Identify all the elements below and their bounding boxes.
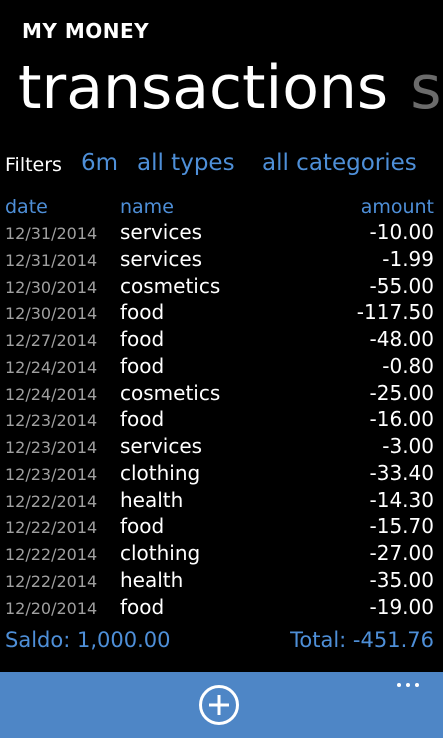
transaction-row[interactable]: 12/22/2014 health -35.00 [0, 568, 443, 595]
transaction-row[interactable]: 12/30/2014 food -117.50 [0, 300, 443, 327]
ellipsis-dot [415, 683, 419, 687]
saldo-text: Saldo: 1,000.00 [5, 628, 171, 652]
transaction-name: services [120, 220, 203, 244]
transaction-amount: -10.00 [369, 220, 434, 244]
app-bar [0, 672, 443, 738]
transaction-amount: -19.00 [369, 594, 434, 619]
transaction-date: 12/22/2014 [5, 571, 98, 591]
transaction-row[interactable]: 12/23/2014 services -3.00 [0, 434, 443, 461]
transaction-name: clothing [120, 541, 201, 565]
transaction-name: food [120, 353, 165, 378]
pivot-header-transactions[interactable]: transactions [18, 53, 388, 123]
app-title: MY MONEY [22, 19, 150, 43]
transaction-amount: -117.50 [356, 300, 434, 325]
transaction-date: 12/31/2014 [5, 224, 98, 243]
ellipsis-dot [397, 683, 401, 687]
transaction-date: 12/22/2014 [5, 491, 98, 511]
transaction-row[interactable]: 12/20/2014 food -19.00 [0, 595, 443, 622]
more-ellipsis-icon[interactable] [395, 674, 421, 692]
column-header-amount[interactable]: amount [361, 196, 434, 218]
add-circle-icon [199, 685, 239, 725]
transaction-name: services [120, 434, 203, 458]
transaction-date: 12/23/2014 [5, 464, 98, 484]
transaction-name: cosmetics [120, 273, 221, 298]
transaction-name: services [120, 246, 203, 271]
transaction-date: 12/30/2014 [5, 277, 98, 297]
filter-types[interactable]: all types [137, 150, 235, 176]
transaction-row[interactable]: 12/22/2014 food -15.70 [0, 514, 443, 541]
transaction-amount: -1.99 [382, 246, 434, 271]
add-transaction-button[interactable] [198, 684, 240, 726]
transaction-row[interactable]: 12/23/2014 clothing -33.40 [0, 461, 443, 488]
transaction-date: 12/30/2014 [5, 304, 98, 324]
transaction-amount: -48.00 [369, 327, 434, 351]
transaction-date: 12/24/2014 [5, 384, 98, 404]
pivot-header-next[interactable]: sh [410, 53, 443, 123]
transaction-amount: -14.30 [369, 487, 434, 512]
ellipsis-dot [406, 683, 410, 687]
transaction-row[interactable]: 12/22/2014 health -14.30 [0, 488, 443, 515]
column-header-date[interactable]: date [5, 196, 48, 218]
transaction-row[interactable]: 12/27/2014 food -48.00 [0, 327, 443, 354]
transaction-name: food [120, 327, 165, 351]
filter-period[interactable]: 6m [81, 150, 118, 176]
total-text: Total: -451.76 [290, 628, 434, 652]
transaction-name: health [120, 487, 184, 512]
transaction-name: food [120, 594, 165, 619]
transaction-row[interactable]: 12/24/2014 food -0.80 [0, 354, 443, 381]
transaction-row[interactable]: 12/31/2014 services -10.00 [0, 220, 443, 247]
column-header-name[interactable]: name [120, 196, 174, 218]
transaction-amount: -27.00 [369, 541, 434, 565]
transaction-name: health [120, 567, 184, 592]
transaction-row[interactable]: 12/22/2014 clothing -27.00 [0, 541, 443, 568]
transaction-name: food [120, 514, 165, 539]
transaction-amount: -3.00 [382, 434, 434, 458]
transaction-amount: -15.70 [369, 514, 434, 539]
transaction-row[interactable]: 12/30/2014 cosmetics -55.00 [0, 274, 443, 301]
transaction-row[interactable]: 12/23/2014 food -16.00 [0, 407, 443, 434]
transaction-date: 12/31/2014 [5, 250, 98, 270]
transaction-date: 12/23/2014 [5, 411, 98, 431]
transaction-name: food [120, 300, 165, 325]
transaction-date: 12/27/2014 [5, 331, 98, 350]
filters-label: Filters [5, 154, 62, 176]
transaction-name: cosmetics [120, 380, 221, 405]
transaction-date: 12/22/2014 [5, 518, 98, 538]
transaction-amount: -33.40 [369, 460, 434, 485]
transaction-date: 12/20/2014 [5, 598, 98, 618]
transaction-name: clothing [120, 460, 201, 485]
transaction-row[interactable]: 12/31/2014 services -1.99 [0, 247, 443, 274]
transaction-amount: -16.00 [369, 407, 434, 432]
pivot-headers: transactions sh [18, 50, 443, 130]
transaction-amount: -55.00 [369, 273, 434, 298]
transaction-name: food [120, 407, 165, 432]
transaction-amount: -35.00 [369, 567, 434, 592]
transaction-date: 12/22/2014 [5, 545, 98, 564]
transaction-date: 12/24/2014 [5, 357, 98, 377]
transaction-amount: -25.00 [369, 380, 434, 405]
transactions-list: 12/31/2014 services -10.00 12/31/2014 servic… [0, 220, 443, 621]
filters-bar: Filters 6m all types all categories [5, 150, 443, 182]
transaction-date: 12/23/2014 [5, 438, 98, 457]
transaction-row[interactable]: 12/24/2014 cosmetics -25.00 [0, 381, 443, 408]
transaction-amount: -0.80 [382, 353, 434, 378]
filter-categories[interactable]: all categories [262, 150, 417, 176]
